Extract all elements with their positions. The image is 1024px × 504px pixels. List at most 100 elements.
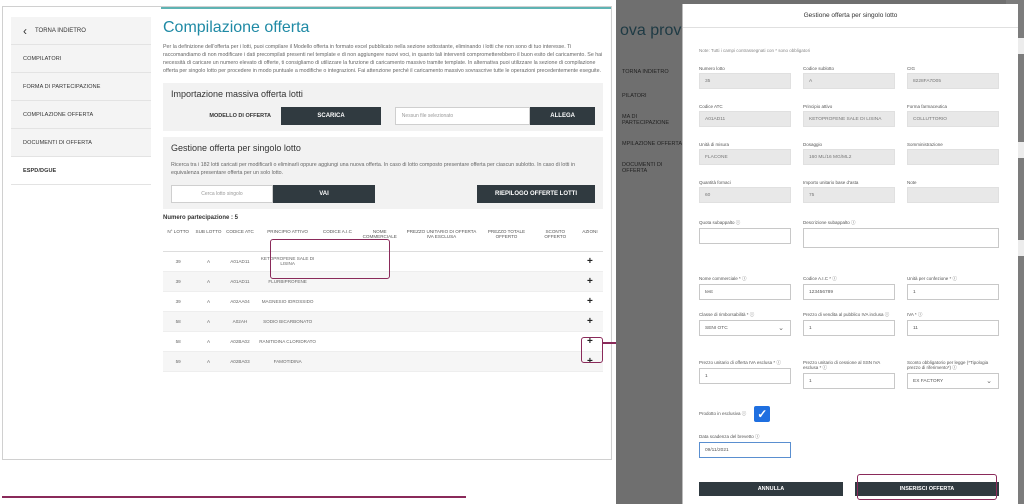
field-quota-subappalto[interactable]: Quota subappalto ⓘ (699, 220, 791, 244)
field-label: Data scadenza del brevetto ⓘ (699, 434, 760, 439)
classe-rimborsabilita-select[interactable]: SENI OTC ⌄ (699, 320, 791, 336)
field-classe-rimborsabilita[interactable]: Classe di rimborsabilità * ⓘ SENI OTC ⌄ (699, 312, 791, 336)
sconto-obbligatorio-select[interactable]: EX FACTORY ⌄ (907, 373, 999, 389)
field-label: Descrizione subappalto ⓘ (803, 220, 856, 225)
model-label: MODELLO DI OFFERTA (209, 113, 272, 119)
field-label: Sconto obbligatorio per legge (*Tipologi… (907, 360, 989, 370)
quota-subappalto-input[interactable] (699, 228, 791, 244)
cell-sub: A (193, 351, 224, 372)
field-cig: CIG 8228FA7D05 (907, 66, 999, 89)
cell-sconto (533, 291, 577, 312)
field-value: A01AD11 (699, 111, 791, 127)
cell-atc: A02AA04 (223, 291, 257, 312)
bulk-import-title: Importazione massiva offerta lotti (171, 89, 303, 99)
prezzo-offerta-input[interactable]: 1 (699, 368, 791, 384)
file-input[interactable]: Nessun file selezionato (394, 107, 531, 125)
prezzo-cessione-input[interactable]: 1 (803, 373, 895, 389)
main-content: Compilazione offerta Per la definizione … (163, 19, 603, 372)
unita-confezione-input[interactable]: 1 (907, 284, 999, 300)
field-label: Unità di misura (699, 142, 730, 147)
field-codice-aic[interactable]: Codice A.I.C * ⓘ 123456789 (803, 276, 895, 300)
field-prezzo-vendita[interactable]: Prezzo di vendita al pubblico IVA inclus… (803, 312, 895, 336)
descrizione-subappalto-input[interactable] (803, 228, 999, 248)
sidebar-item-compilatori[interactable]: COMPILATORI (11, 45, 151, 73)
add-offer-button[interactable]: + (576, 311, 603, 332)
field-label: Codice sublotto (803, 66, 835, 71)
add-offer-button[interactable]: + (576, 291, 603, 312)
data-scadenza-input[interactable]: 09/11/2021 (699, 442, 791, 458)
table-row: 58 A A02BA02 RANITIDINA CLORIDRATO + (163, 331, 603, 352)
cell-atc: A01AD11 (223, 271, 257, 292)
field-numero-lotto: Numero lotto 35 (699, 66, 791, 89)
cell-principio: MAGNESIO IDROSSIDO (256, 291, 320, 312)
esclusiva-checkbox[interactable]: ✓ (754, 406, 771, 422)
chevron-left-icon: ‹ (23, 23, 27, 38)
field-value: KETOPROFENE SALE DI LISINA (803, 111, 895, 127)
field-iva[interactable]: IVA * ⓘ 11 (907, 312, 999, 336)
modal-note: Note: Tutti i campi contrassegnati con *… (699, 48, 811, 53)
field-label: Codice A.I.C * ⓘ (803, 276, 837, 281)
cell-lotto: 39 (163, 291, 194, 312)
prezzo-vendita-input[interactable]: 1 (803, 320, 895, 336)
single-lot-title: Gestione offerta per singolo lotto (171, 143, 301, 153)
field-label: Nome commerciale * ⓘ (699, 276, 747, 281)
highlight-insert-button (857, 474, 997, 500)
field-nome-commerciale[interactable]: Nome commerciale * ⓘ test (699, 276, 791, 300)
cell-prezzo (403, 331, 480, 352)
field-label: Unità per confezione * ⓘ (907, 276, 958, 281)
single-lot-description: Ricerca tra i 182 lotti caricati per mod… (171, 162, 576, 176)
table-row: 58 A A02AH SODIO BICARBONATO + (163, 311, 603, 332)
go-button[interactable]: VAI (273, 185, 375, 203)
field-prodotto-esclusiva: Prodotto in esclusiva ⓘ ✓ (699, 406, 799, 422)
iva-input[interactable]: 11 (907, 320, 999, 336)
field-descrizione-subappalto[interactable]: Descrizione subappalto ⓘ (803, 220, 999, 248)
field-value: 35 (699, 73, 791, 89)
cell-lotto: 59 (163, 351, 194, 372)
field-label: Prezzo unitario di offerta IVA esclusa *… (699, 360, 781, 365)
field-unita-confezione[interactable]: Unità per confezione * ⓘ 1 (907, 276, 999, 300)
attach-button[interactable]: ALLEGA (530, 107, 595, 125)
cell-prezzo (403, 311, 480, 332)
highlight-add-button (581, 337, 603, 363)
field-label: Dosaggio (803, 142, 823, 147)
cell-sconto (533, 251, 577, 272)
back-button[interactable]: ‹ TORNA INDIETRO (11, 17, 151, 45)
cell-lotto: 58 (163, 331, 194, 352)
bg-sidebar: TORNA INDIETRO PILATORI MA DI PARTECIPAZ… (616, 60, 682, 180)
field-value: 60 (699, 187, 791, 203)
cell-aic (319, 351, 356, 372)
cancel-button[interactable]: ANNULLA (699, 482, 843, 496)
summary-button[interactable]: RIEPILOGO OFFERTE LOTTI (477, 185, 595, 203)
cell-principio: SODIO BICARBONATO (256, 311, 320, 332)
field-data-scadenza[interactable]: Data scadenza del brevetto ⓘ 09/11/2021 (699, 434, 791, 458)
bulk-import-section: Importazione massiva offerta lotti MODEL… (163, 83, 603, 131)
field-prezzo-cessione[interactable]: Prezzo unitario di cessione al SSN IVA e… (803, 360, 895, 389)
field-quantita: Quantità fornaci 60 (699, 180, 791, 203)
field-value (907, 187, 999, 203)
add-offer-button[interactable]: + (576, 251, 603, 272)
cell-lotto: 39 (163, 271, 194, 292)
download-button[interactable]: SCARICA (281, 107, 382, 125)
col-azioni: AZIONI (576, 227, 603, 252)
sidebar-item-espd-dgue[interactable]: ESPD/DGUE (11, 157, 151, 185)
col-atc: CODICE ATC (223, 227, 257, 252)
bg-title: ova prova (620, 22, 691, 39)
field-label: Importo unitario base d'asta (803, 180, 859, 185)
sidebar-item-compilazione-offerta[interactable]: COMPILAZIONE OFFERTA (11, 101, 151, 129)
field-value: COLLUTTORIO (907, 111, 999, 127)
add-offer-button[interactable]: + (576, 271, 603, 292)
nome-commerciale-input[interactable]: test (699, 284, 791, 300)
modal-title: Gestione offerta per singolo lotto (683, 4, 1018, 28)
single-lot-modal: Gestione offerta per singolo lotto Note:… (682, 4, 1018, 504)
cell-prezzo (403, 251, 480, 272)
field-sconto-obbligatorio[interactable]: Sconto obbligatorio per legge (*Tipologi… (907, 360, 999, 389)
sidebar-item-forma-partecipazione[interactable]: FORMA DI PARTECIPAZIONE (11, 73, 151, 101)
codice-aic-input[interactable]: 123456789 (803, 284, 895, 300)
sidebar-item-documenti-offerta[interactable]: DOCUMENTI DI OFFERTA (11, 129, 151, 157)
field-prezzo-offerta[interactable]: Prezzo unitario di offerta IVA esclusa *… (699, 360, 791, 384)
field-label: Numero lotto (699, 66, 725, 71)
lot-search-input[interactable]: Cerca lotto singolo (171, 185, 273, 203)
col-prezzo-totale: PREZZO TOTALE OFFERTO (479, 227, 534, 252)
plus-icon: + (587, 255, 593, 267)
field-label: Prezzo di vendita al pubblico IVA inclus… (803, 312, 890, 317)
